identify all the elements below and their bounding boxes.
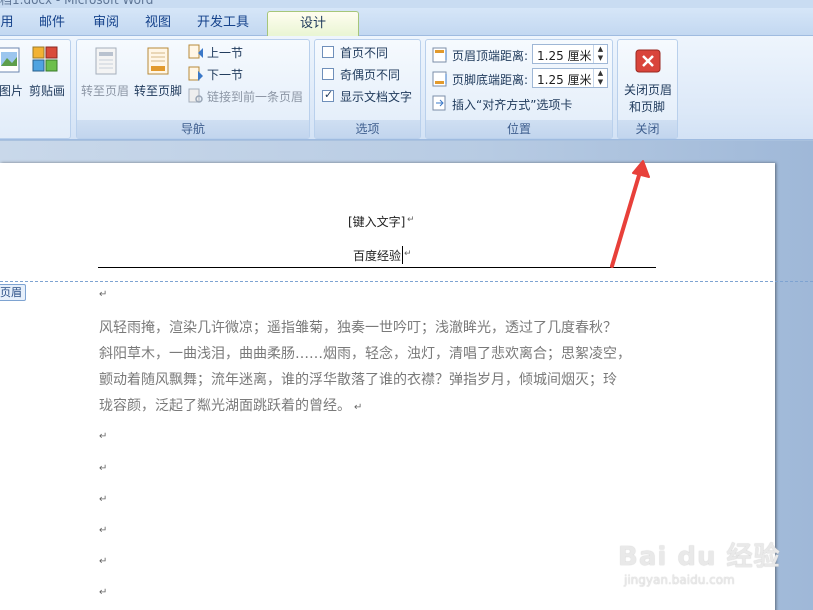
watermark-brand: Bai du 经验 bbox=[618, 542, 781, 572]
annotation-arrow-icon bbox=[610, 160, 650, 268]
watermark-url: jingyan.baidu.com bbox=[624, 573, 735, 587]
baidu-watermark: Bai du 经验 jingyan.baidu.com bbox=[618, 536, 781, 587]
